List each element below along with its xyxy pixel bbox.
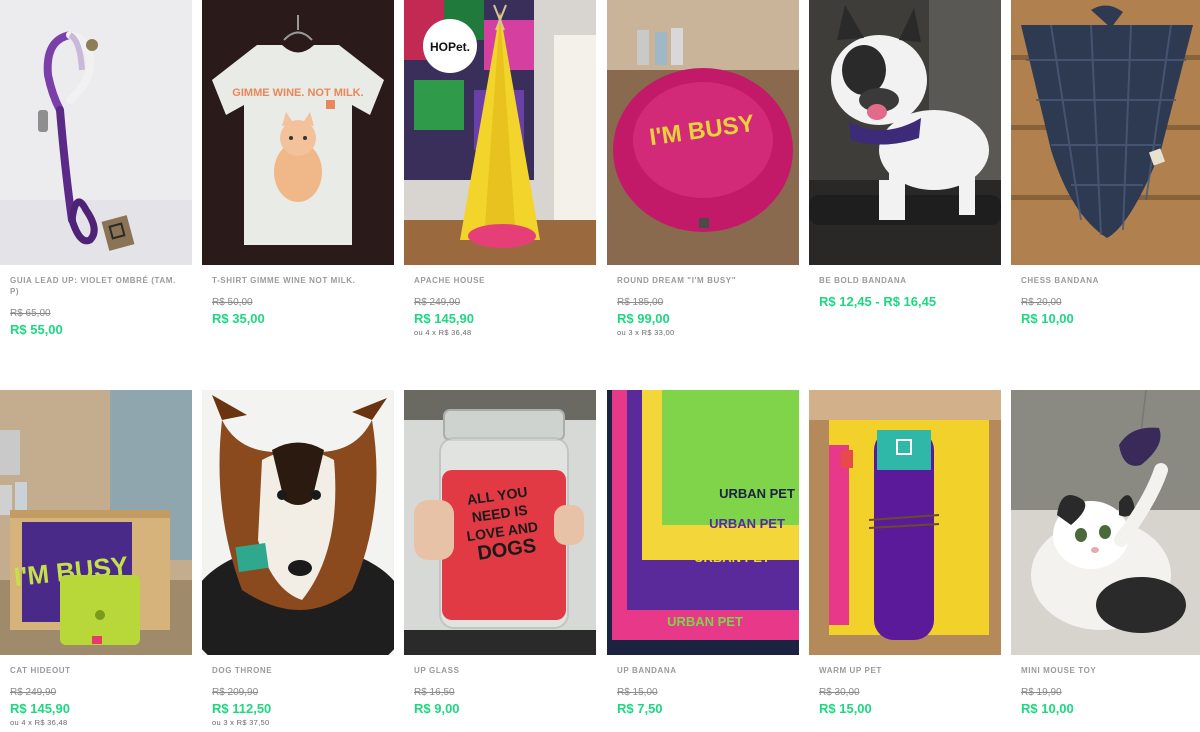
product-name[interactable]: MINI MOUSE TOY [1021, 665, 1193, 676]
product-price: R$ 145,90 [10, 701, 70, 716]
product-card[interactable]: BE BOLD BANDANA R$ 12,45 - R$ 16,45 [809, 0, 1001, 309]
product-image[interactable] [809, 390, 1001, 655]
product-image[interactable]: I'M BUSY [0, 390, 192, 655]
shirt-print-text: GIMME WINE. NOT MILK. [232, 87, 363, 99]
product-card[interactable]: DOG THRONE R$ 209,90 R$ 112,50 ou 3 x R$… [202, 390, 394, 728]
bandana-print-text: URBAN PET [709, 516, 785, 531]
product-card[interactable]: URBAN PET URBAN PET URBAN PET URBAN PET … [607, 390, 799, 716]
product-name[interactable]: APACHE HOUSE [414, 275, 586, 286]
product-image[interactable] [202, 390, 394, 655]
product-name[interactable]: DOG THRONE [212, 665, 384, 676]
product-card[interactable]: MINI MOUSE TOY R$ 19,90 R$ 10,00 [1011, 390, 1200, 716]
product-old-price: R$ 209,90 [212, 687, 259, 698]
product-image[interactable] [809, 0, 1001, 265]
product-installments: ou 4 x R$ 36,48 [414, 328, 472, 337]
brand-logo-text: HOPet. [430, 40, 470, 54]
product-price: R$ 9,00 [414, 701, 460, 716]
product-old-price: R$ 249,90 [414, 297, 461, 308]
product-image[interactable]: URBAN PET URBAN PET URBAN PET URBAN PET … [607, 390, 799, 655]
product-old-price: R$ 185,00 [617, 297, 664, 308]
product-name[interactable]: UP GLASS [414, 665, 586, 676]
product-installments: ou 3 x R$ 33,00 [617, 328, 675, 337]
product-old-price: R$ 15,00 [617, 687, 658, 698]
product-name[interactable]: ROUND DREAM "I'M BUSY" [617, 275, 789, 286]
product-image[interactable]: I'M BUSY [607, 0, 799, 265]
product-card[interactable]: HOPet. APACHE HOUSE R$ 249,90 R$ 145,90 … [404, 0, 596, 338]
product-old-price: R$ 30,00 [819, 687, 860, 698]
product-image[interactable]: ALL YOU NEED IS LOVE AND DOGS [404, 390, 596, 655]
product-card[interactable]: I'M BUSY ROUND DREAM "I'M BUSY" R$ 185,0… [607, 0, 799, 338]
product-image[interactable] [0, 0, 192, 265]
product-card[interactable]: ALL YOU NEED IS LOVE AND DOGS UP GLASS R… [404, 390, 596, 716]
product-name[interactable]: CHESS BANDANA [1021, 275, 1193, 286]
product-card[interactable]: GIMME WINE. NOT MILK. T-SHIRT GIMME WINE… [202, 0, 394, 326]
product-name[interactable]: CAT HIDEOUT [10, 665, 182, 676]
product-installments: ou 3 x R$ 37,50 [212, 718, 270, 727]
product-name[interactable]: WARM UP PET [819, 665, 991, 676]
product-old-price: R$ 16,50 [414, 687, 455, 698]
product-card[interactable]: I'M BUSY CAT HIDEOUT R$ 249,90 R$ 145,90… [0, 390, 192, 728]
product-card[interactable]: CHESS BANDANA R$ 20,00 R$ 10,00 [1011, 0, 1200, 326]
product-name[interactable]: T-SHIRT GIMME WINE NOT MILK. [212, 275, 384, 286]
bandana-print-text: URBAN PET [719, 486, 795, 501]
product-old-price: R$ 50,00 [212, 297, 253, 308]
product-old-price: R$ 19,90 [1021, 687, 1062, 698]
product-price: R$ 10,00 [1021, 311, 1074, 326]
product-name[interactable]: BE BOLD BANDANA [819, 275, 991, 286]
product-old-price: R$ 65,00 [10, 308, 51, 319]
bandana-print-text: URBAN PET [681, 576, 757, 591]
bandana-print-text: URBAN PET [694, 550, 770, 565]
product-image[interactable]: HOPet. [404, 0, 596, 265]
product-image[interactable] [1011, 0, 1200, 265]
product-card[interactable]: WARM UP PET R$ 30,00 R$ 15,00 [809, 390, 1001, 716]
product-price: R$ 112,50 [212, 701, 272, 716]
product-old-price: R$ 249,90 [10, 687, 57, 698]
product-name[interactable]: GUIA LEAD UP: VIOLET OMBRÉ (TAM. P) [10, 275, 182, 297]
product-price: R$ 7,50 [617, 701, 663, 716]
product-price: R$ 15,00 [819, 701, 872, 716]
product-old-price: R$ 20,00 [1021, 297, 1062, 308]
bandana-print-text: URBAN PET [667, 614, 743, 629]
product-price: R$ 55,00 [10, 322, 63, 337]
product-image[interactable]: GIMME WINE. NOT MILK. [202, 0, 394, 265]
product-price: R$ 10,00 [1021, 701, 1074, 716]
product-card[interactable]: GUIA LEAD UP: VIOLET OMBRÉ (TAM. P) R$ 6… [0, 0, 192, 337]
product-image[interactable] [1011, 390, 1200, 655]
product-installments: ou 4 x R$ 36,48 [10, 718, 68, 727]
product-name[interactable]: UP BANDANA [617, 665, 789, 676]
product-price: R$ 99,00 [617, 311, 670, 326]
product-price: R$ 35,00 [212, 311, 265, 326]
product-price: R$ 145,90 [414, 311, 474, 326]
product-price: R$ 12,45 - R$ 16,45 [819, 294, 937, 309]
